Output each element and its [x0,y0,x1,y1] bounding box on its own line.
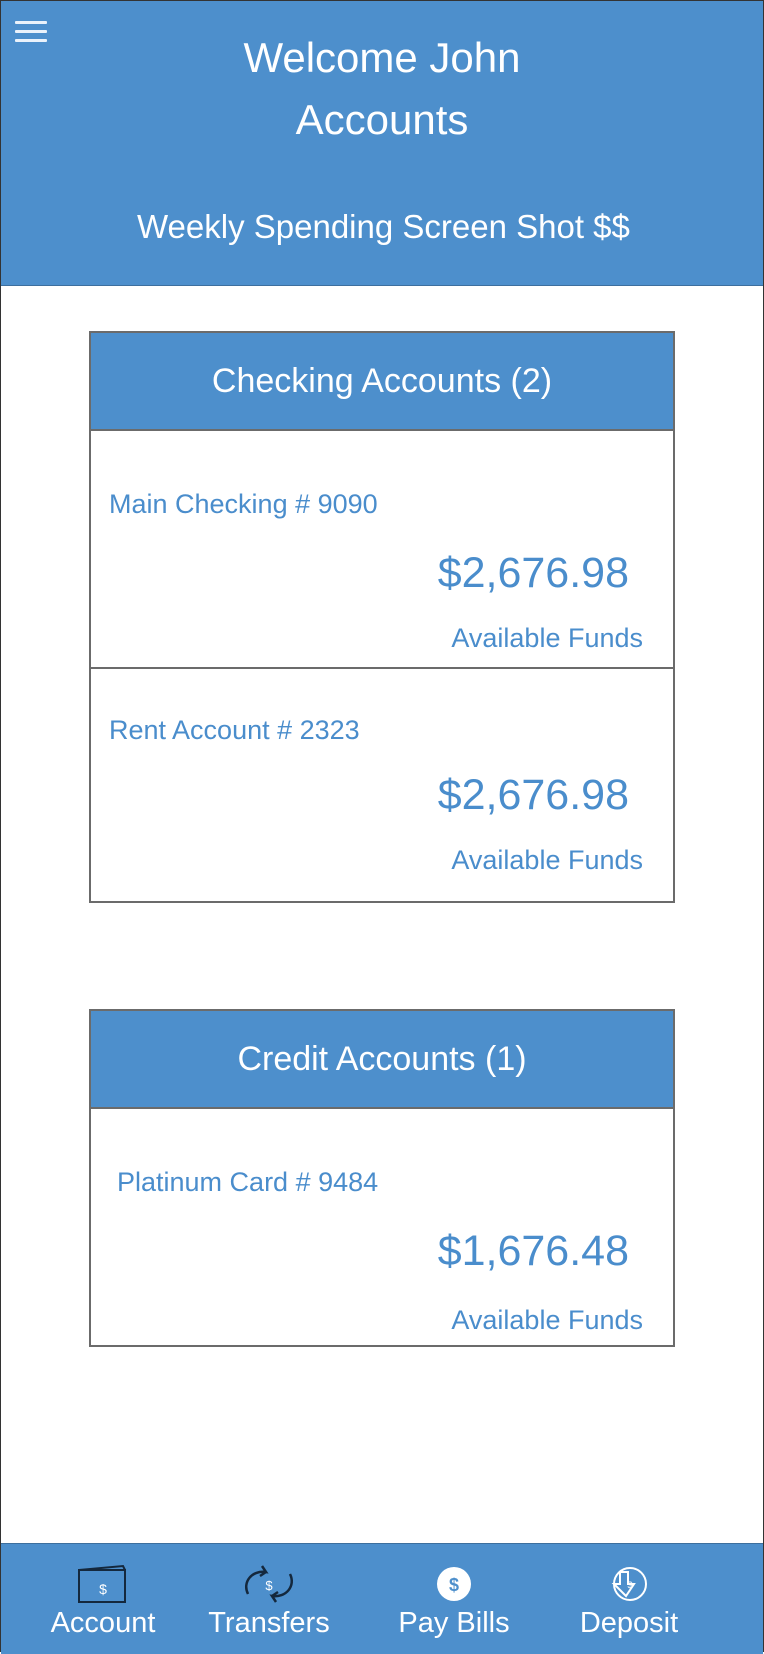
credit-accounts-group: Credit Accounts (1) Platinum Card # 9484… [89,1009,675,1347]
deposit-icon: $ [606,1564,652,1609]
account-card-rent[interactable]: Rent Account # 2323 $2,676.98 Available … [91,669,673,901]
available-funds-label: Available Funds [451,1305,643,1335]
nav-label: Account [50,1607,156,1639]
nav-label: Pay Bills [398,1607,510,1639]
nav-transfers[interactable]: $ Transfers [201,1544,337,1654]
account-card-platinum[interactable]: Platinum Card # 9484 $1,676.48 Available… [91,1109,673,1345]
account-name: Rent Account # 2323 [109,715,360,745]
checking-accounts-group: Checking Accounts (2) Main Checking # 90… [89,331,675,903]
account-balance: $2,676.98 [437,771,629,819]
svg-text:$: $ [449,1575,459,1595]
account-balance: $2,676.98 [437,549,629,597]
nav-account[interactable]: $ Account [41,1544,165,1654]
account-card-main-checking[interactable]: Main Checking # 9090 $2,676.98 Available… [91,431,673,669]
dollar-coin-icon: $ [434,1564,474,1609]
available-funds-label: Available Funds [451,623,643,653]
svg-text:$: $ [265,1578,273,1593]
header-subtitle: Weekly Spending Screen Shot $$ [137,208,630,245]
wallet-icon: $ [77,1564,129,1609]
nav-deposit[interactable]: $ Deposit [567,1544,691,1654]
nav-label: Transfers [208,1607,330,1639]
app-frame: Welcome John Accounts Weekly Spending Sc… [0,0,764,1654]
account-name: Platinum Card # 9484 [117,1167,379,1197]
svg-text:$: $ [99,1581,107,1597]
nav-pay-bills[interactable]: $ Pay Bills [385,1544,523,1654]
bottom-nav: $ Account $ Transfers $ Pay Bills $ Depo… [1,1543,763,1654]
welcome-text: Welcome John [243,34,521,81]
transfer-arrows-icon: $ [238,1564,300,1609]
svg-text:$: $ [627,1580,632,1590]
credit-accounts-heading[interactable]: Credit Accounts (1) [91,1011,673,1109]
header: Welcome John Accounts Weekly Spending Sc… [1,1,763,286]
available-funds-label: Available Funds [451,845,643,875]
nav-label: Deposit [579,1607,679,1639]
page-title: Accounts [295,96,469,143]
account-balance: $1,676.48 [437,1227,629,1275]
checking-accounts-heading[interactable]: Checking Accounts (2) [91,333,673,431]
account-name: Main Checking # 9090 [109,489,378,519]
